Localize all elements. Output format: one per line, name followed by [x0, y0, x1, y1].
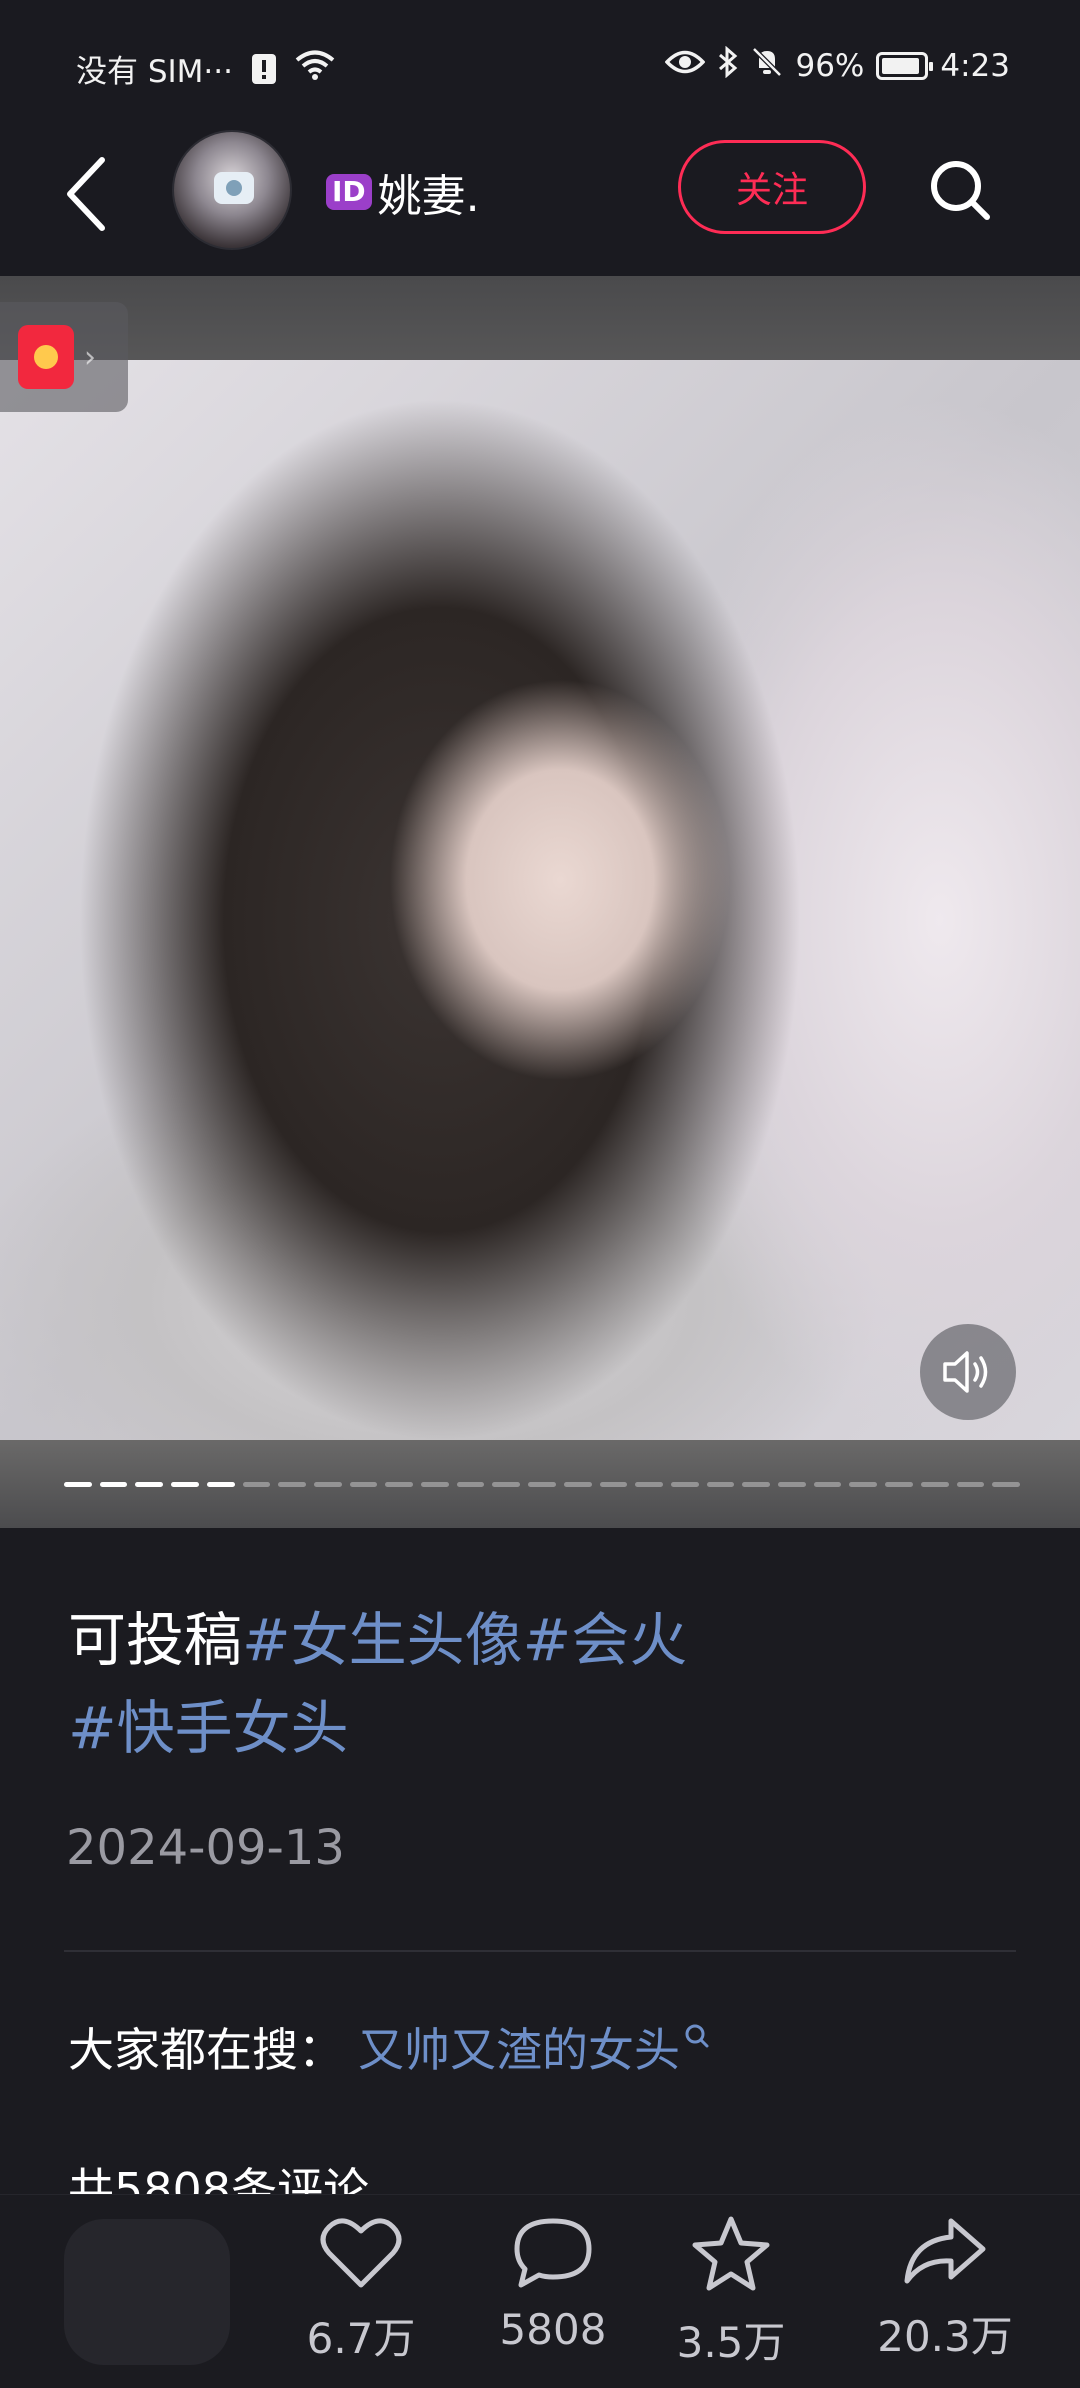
post-caption: 可投稿#女生头像#会火 #快手女头: [68, 1596, 1028, 1772]
speaker-icon: [943, 1351, 988, 1393]
page-indicator-dot: [278, 1482, 306, 1487]
like-button[interactable]: 6.7万: [296, 2215, 426, 2366]
favorite-count: 3.5万: [676, 2318, 786, 2367]
chevron-left-icon: [67, 157, 105, 231]
caption-text: 可投稿: [68, 1606, 243, 1674]
red-packet-entry[interactable]: ›: [0, 302, 128, 412]
page-indicator-dot: [885, 1482, 913, 1487]
page-indicator-dot: [171, 1482, 199, 1487]
back-button[interactable]: [56, 154, 116, 234]
post-header: ID 姚妻. 关注: [0, 130, 1080, 276]
divider: [64, 1950, 1016, 1952]
battery-percent: 96%: [795, 48, 865, 84]
page-indicator-dot: [64, 1482, 92, 1487]
page-indicator-dot: [599, 1482, 628, 1487]
sound-toggle-button[interactable]: [920, 1324, 1016, 1420]
page-indicator-dot: [421, 1482, 449, 1487]
page-indicator-dot: [456, 1482, 485, 1487]
carrier-text: 没有 SIM···: [76, 54, 233, 90]
share-count: 20.3万: [877, 2312, 1013, 2361]
page-indicator-dot: [706, 1482, 735, 1487]
status-bar: 没有 SIM··· 96% 4:23: [0, 0, 1080, 130]
follow-button[interactable]: 关注: [678, 140, 866, 234]
red-packet-icon: [18, 325, 74, 389]
search-button[interactable]: [920, 150, 1000, 230]
page-indicator-dot: [135, 1482, 164, 1487]
comment-button[interactable]: 5808: [488, 2215, 618, 2354]
search-suggest-link[interactable]: 又帅又渣的女头: [358, 2014, 680, 2080]
status-left: 没有 SIM···: [76, 46, 335, 91]
post-photo[interactable]: [0, 360, 1080, 1440]
media-viewer[interactable]: ›: [0, 276, 1080, 1528]
page-indicator-dot: [242, 1482, 271, 1487]
like-count: 6.7万: [306, 2314, 416, 2363]
page-indicator-dot: [849, 1482, 878, 1487]
comment-bubble-icon: [514, 2218, 592, 2288]
page-indicator-dot: [313, 1482, 342, 1487]
eye-icon: [665, 47, 706, 85]
battery-icon: [876, 52, 934, 80]
search-icon: [931, 161, 990, 220]
page-indicator-dot: [920, 1482, 949, 1487]
star-icon: [692, 2216, 770, 2291]
status-right: 96% 4:23: [665, 45, 1010, 86]
wifi-icon: [295, 49, 335, 89]
comment-count: 5808: [499, 2305, 607, 2354]
share-button[interactable]: 20.3万: [860, 2215, 1030, 2364]
page-indicator-dot: [528, 1482, 556, 1487]
hashtag-link[interactable]: #快手女头: [68, 1694, 349, 1762]
mute-bell-icon: [751, 46, 783, 86]
page-indicator-dot: [635, 1482, 663, 1487]
hashtag-link[interactable]: #女生头像: [242, 1606, 523, 1674]
page-indicator-dot: [99, 1482, 128, 1487]
page-indicator-dot: [492, 1482, 521, 1487]
page-indicator-dot: [563, 1482, 592, 1487]
page-indicator-dot: [206, 1482, 235, 1487]
page-indicator-dot: [956, 1482, 985, 1487]
bluetooth-icon: [717, 45, 739, 86]
small-search-icon: [684, 2022, 710, 2057]
page-indicator: [64, 1482, 1020, 1488]
bottom-action-bar: 6.7万 5808 3.5万 20.3万: [0, 2194, 1080, 2388]
comment-input[interactable]: [64, 2219, 230, 2365]
author-name-text: 姚妻.: [377, 171, 480, 222]
author-name[interactable]: ID 姚妻.: [326, 160, 480, 224]
comment-count-heading: 共5808条评论: [68, 2163, 370, 2194]
page-indicator-dot: [349, 1482, 378, 1487]
heart-icon: [320, 2218, 402, 2288]
page-indicator-dot: [992, 1482, 1020, 1487]
avatar[interactable]: [172, 130, 292, 250]
favorite-button[interactable]: 3.5万: [666, 2215, 796, 2370]
clock: 4:23: [940, 48, 1010, 84]
everyone-search-label: 大家都在搜：: [68, 2023, 344, 2077]
sim-alert-icon: [251, 53, 277, 85]
hashtag-link[interactable]: #会火: [523, 1606, 688, 1674]
chevron-right-icon: ›: [84, 339, 96, 375]
page-indicator-dot: [670, 1482, 699, 1487]
everyone-searching: 大家都在搜： 又帅又渣的女头: [68, 2014, 710, 2080]
page-indicator-dot: [385, 1482, 414, 1487]
page-indicator-dot: [742, 1482, 771, 1487]
share-arrow-icon: [904, 2218, 986, 2284]
avatar-camera-icon: [214, 172, 254, 204]
post-date: 2024-09-13: [66, 1820, 345, 1876]
page-indicator-dot: [778, 1482, 806, 1487]
id-badge: ID: [326, 174, 372, 210]
page-indicator-dot: [813, 1482, 842, 1487]
